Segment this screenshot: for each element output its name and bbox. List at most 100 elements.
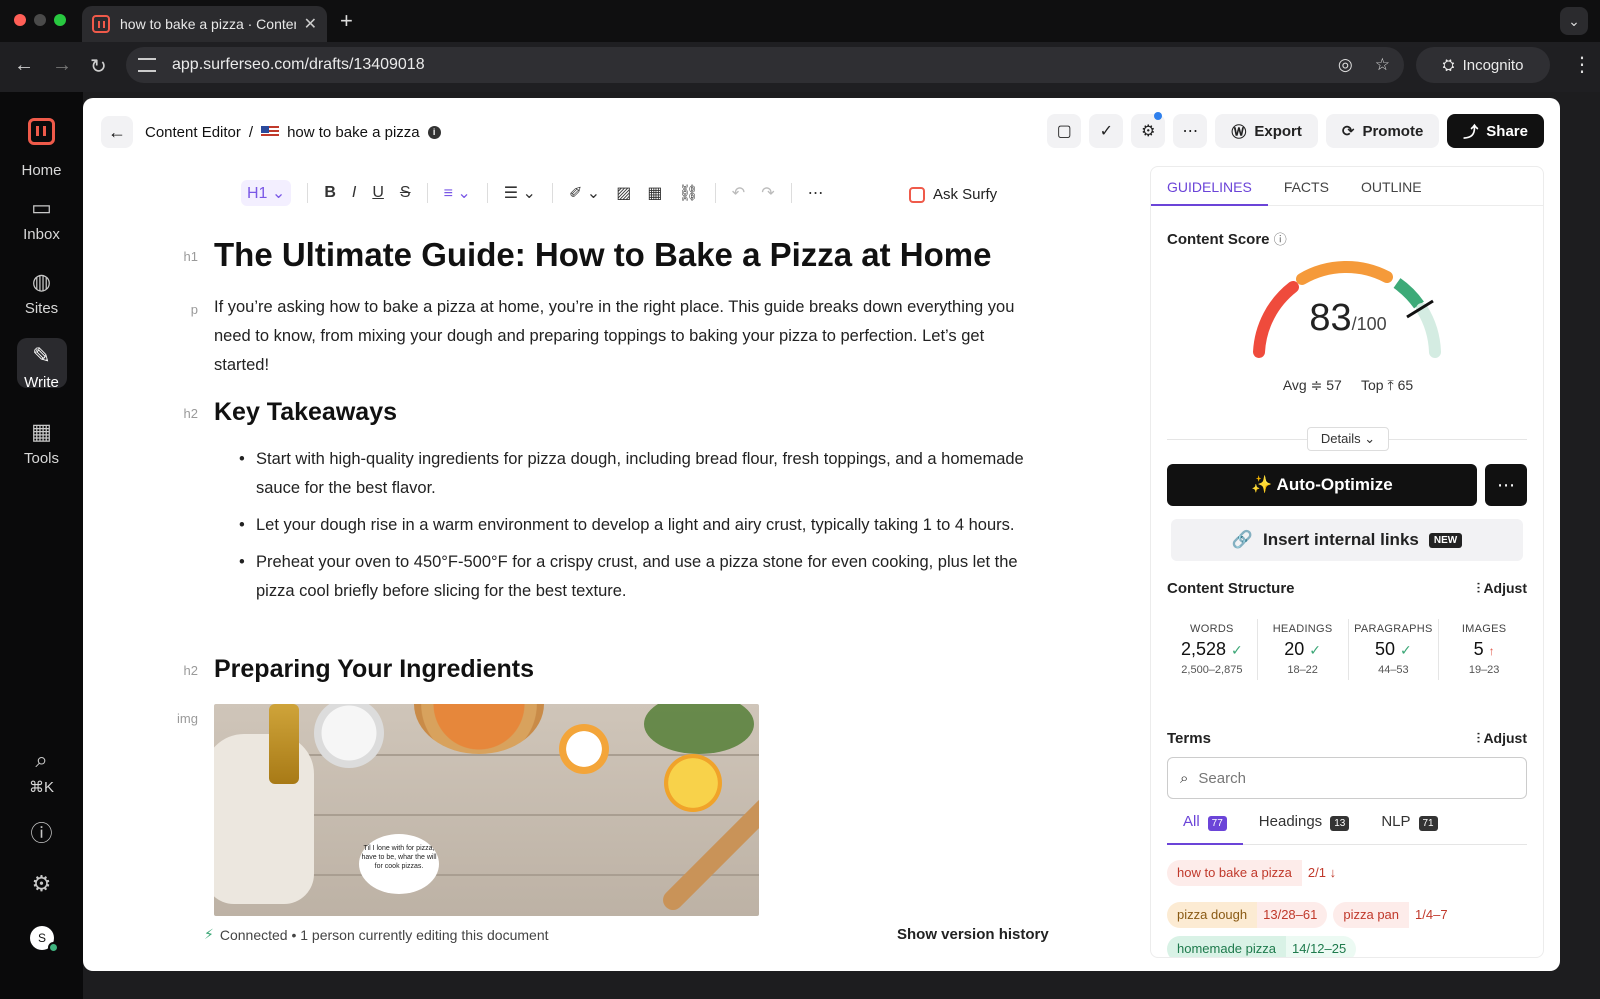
close-window-button[interactable] bbox=[14, 14, 26, 26]
connection-status: ⚡ Connected • 1 person currently editing… bbox=[204, 926, 549, 943]
info-icon[interactable]: i bbox=[427, 125, 441, 139]
image-icon[interactable]: ▨ bbox=[616, 183, 631, 203]
stat-value: 5 bbox=[1473, 639, 1484, 659]
grid-icon: ▦ bbox=[31, 419, 52, 444]
sidebar-item-sites[interactable]: ◍ Sites bbox=[0, 269, 83, 317]
intro-paragraph[interactable]: If you’re asking how to bake a pizza at … bbox=[214, 293, 1034, 380]
settings-button[interactable]: ⚙ bbox=[0, 871, 83, 902]
incognito-badge[interactable]: ⛭ Incognito bbox=[1416, 47, 1550, 83]
list-item[interactable]: Start with high-quality ingredients for … bbox=[214, 445, 1044, 503]
browser-tab[interactable]: how to bake a pizza · Content ✕ bbox=[82, 6, 327, 42]
adjust-terms-button[interactable]: ⫶ Adjust bbox=[1477, 730, 1527, 747]
more-format-icon[interactable]: ⋯ bbox=[808, 183, 824, 203]
term-chip[interactable]: pizza pan 1/4–7 bbox=[1333, 902, 1458, 928]
term-chip[interactable]: how to bake a pizza 2/1 ↓ bbox=[1167, 860, 1347, 886]
tab-guidelines[interactable]: GUIDELINES bbox=[1151, 167, 1268, 206]
pizza-ingredients-image[interactable]: Til I lone with for pizza, have to be, w… bbox=[214, 704, 759, 916]
underline-icon[interactable]: U bbox=[372, 184, 384, 202]
top-icon: ⤒ bbox=[1387, 377, 1398, 393]
tab-outline[interactable]: OUTLINE bbox=[1345, 167, 1438, 206]
terms-search-input[interactable]: ⌕ Search bbox=[1167, 757, 1527, 799]
details-dropdown[interactable]: Details ⌄ bbox=[1307, 427, 1389, 451]
export-label: Export bbox=[1254, 122, 1302, 140]
gauge-orange-arc bbox=[1296, 261, 1393, 285]
more-options-button[interactable]: ⋯ bbox=[1173, 114, 1208, 148]
search-shortcut[interactable]: ⌕ ⌘K bbox=[0, 747, 83, 796]
adjust-structure-button[interactable]: ⫶ Adjust bbox=[1477, 580, 1527, 597]
score-benchmarks: Avg ≑ 57 Top ⤒ 65 bbox=[1151, 377, 1543, 394]
sidebar-item-write[interactable]: ✎ Write bbox=[0, 338, 83, 391]
filter-tab-all[interactable]: All 77 bbox=[1167, 807, 1243, 845]
comments-button[interactable]: ▢ bbox=[1047, 114, 1082, 148]
content-structure-title: Content Structure bbox=[1167, 580, 1295, 597]
tab-title: how to bake a pizza · Content bbox=[120, 16, 296, 32]
filter-label: Headings bbox=[1258, 813, 1323, 830]
forward-arrow-icon[interactable]: → bbox=[52, 54, 72, 77]
more-actions-button[interactable]: ⋯ bbox=[1485, 464, 1527, 506]
arrow-up-icon: ↑ bbox=[1488, 644, 1495, 658]
sidebar-item-inbox[interactable]: ▭ Inbox bbox=[0, 195, 83, 243]
term-chip[interactable]: pizza dough 13/28–61 bbox=[1167, 902, 1328, 928]
sidebar-item-tools[interactable]: ▦ Tools bbox=[0, 419, 83, 467]
tools-label: Tools bbox=[23, 450, 60, 467]
align-icon[interactable]: ≡ ⌄ bbox=[444, 183, 471, 203]
top-value: 65 bbox=[1397, 377, 1414, 393]
term-chip[interactable]: homemade pizza 14/12–25 bbox=[1167, 936, 1357, 957]
content-score: 83/100 bbox=[1151, 297, 1543, 340]
reload-icon[interactable]: ↻ bbox=[90, 54, 107, 79]
breadcrumb-root[interactable]: Content Editor bbox=[145, 124, 241, 141]
share-button[interactable]: ⤴ Share bbox=[1447, 114, 1544, 148]
search-icon: ⌕ bbox=[35, 747, 48, 772]
strikethrough-icon[interactable]: S bbox=[400, 184, 411, 202]
italic-icon[interactable]: I bbox=[352, 184, 356, 202]
surfer-logo-icon[interactable] bbox=[28, 118, 55, 145]
undo-icon[interactable]: ↶ bbox=[732, 183, 745, 203]
auto-optimize-button[interactable]: ✨ Auto-Optimize bbox=[1167, 464, 1477, 506]
list-item[interactable]: Preheat your oven to 450°F-500°F for a c… bbox=[214, 548, 1044, 606]
bold-icon[interactable]: B bbox=[324, 184, 336, 202]
browser-chrome: how to bake a pizza · Content ✕ + ⌄ ← → … bbox=[0, 0, 1600, 92]
check-button[interactable]: ✓ bbox=[1089, 114, 1124, 148]
settings-button[interactable]: ⚙ bbox=[1131, 112, 1166, 148]
highlight-icon[interactable]: ✐ ⌄ bbox=[569, 183, 600, 203]
filter-tab-nlp[interactable]: NLP 71 bbox=[1365, 807, 1453, 845]
export-button[interactable]: Ⓦ Export bbox=[1215, 114, 1318, 148]
promote-button[interactable]: ⟳ Promote bbox=[1325, 114, 1440, 148]
version-history-link[interactable]: Show version history bbox=[897, 926, 1049, 943]
eye-off-icon[interactable]: ◎ bbox=[1338, 55, 1353, 75]
tab-search-button[interactable]: ⌄ bbox=[1560, 7, 1588, 35]
link-icon[interactable]: ⛓ bbox=[678, 183, 698, 203]
site-settings-icon[interactable] bbox=[138, 58, 156, 72]
insert-internal-links-button[interactable]: 🔗 Insert internal links NEW bbox=[1171, 519, 1523, 561]
maximize-window-button[interactable] bbox=[54, 14, 66, 26]
heading-ingredients[interactable]: Preparing Your Ingredients bbox=[214, 655, 534, 684]
stat-paragraphs: PARAGRAPHS 50 ✓ 44–53 bbox=[1349, 619, 1440, 680]
star-icon[interactable]: ☆ bbox=[1375, 55, 1390, 75]
minimize-window-button[interactable] bbox=[34, 14, 46, 26]
filter-tab-headings[interactable]: Headings 13 bbox=[1243, 807, 1366, 845]
info-circle-icon[interactable]: ⓘ bbox=[1274, 232, 1287, 247]
heading-key-takeaways[interactable]: Key Takeaways bbox=[214, 398, 397, 427]
table-icon[interactable]: ▦ bbox=[647, 183, 662, 203]
close-tab-icon[interactable]: ✕ bbox=[304, 14, 317, 34]
heading-select[interactable]: H1 ⌄ bbox=[241, 180, 292, 206]
ask-surfy-button[interactable]: Ask Surfy bbox=[909, 186, 997, 203]
avatar[interactable]: S bbox=[30, 926, 59, 953]
new-tab-button[interactable]: + bbox=[340, 8, 353, 34]
list-item[interactable]: Let your dough rise in a warm environmen… bbox=[214, 511, 1044, 540]
rolling-pin bbox=[658, 793, 759, 915]
browser-menu-icon[interactable]: ⋮ bbox=[1572, 52, 1592, 77]
takeaways-list: Start with high-quality ingredients for … bbox=[214, 445, 1044, 614]
redo-icon[interactable]: ↷ bbox=[761, 183, 774, 203]
back-button[interactable]: ← bbox=[101, 116, 133, 148]
surfy-icon bbox=[909, 186, 925, 203]
sidebar-item-home[interactable]: Home bbox=[0, 162, 83, 179]
list-icon[interactable]: ☰ ⌄ bbox=[504, 183, 536, 203]
document-title[interactable]: The Ultimate Guide: How to Bake a Pizza … bbox=[214, 236, 991, 274]
help-button[interactable]: ⓘ bbox=[0, 820, 83, 850]
terms-list: how to bake a pizza 2/1 ↓ pizza dough 13/2… bbox=[1167, 860, 1527, 957]
term-name: how to bake a pizza bbox=[1167, 860, 1302, 886]
tab-facts[interactable]: FACTS bbox=[1268, 167, 1345, 206]
back-arrow-icon[interactable]: ← bbox=[14, 54, 34, 77]
address-bar[interactable]: app.surferseo.com/drafts/13409018 ◎ ☆ bbox=[126, 47, 1404, 83]
